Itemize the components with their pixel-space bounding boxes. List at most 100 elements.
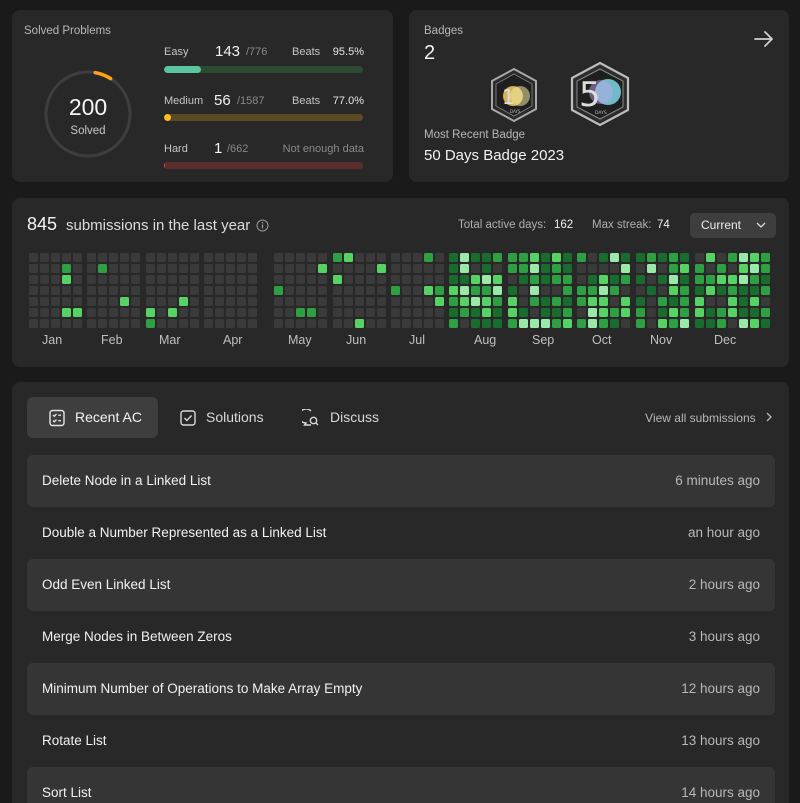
- heatmap-day-cell[interactable]: [621, 286, 630, 295]
- heatmap-day-cell[interactable]: [706, 275, 715, 284]
- heatmap-day-cell[interactable]: [87, 275, 96, 284]
- heatmap-day-cell[interactable]: [563, 253, 572, 262]
- heatmap-day-cell[interactable]: [146, 319, 155, 328]
- heatmap-day-cell[interactable]: [51, 319, 60, 328]
- heatmap-day-cell[interactable]: [508, 319, 517, 328]
- heatmap-day-cell[interactable]: [508, 308, 517, 317]
- heatmap-day-cell[interactable]: [131, 308, 140, 317]
- heatmap-day-cell[interactable]: [552, 308, 561, 317]
- heatmap-day-cell[interactable]: [274, 319, 283, 328]
- heatmap-day-cell[interactable]: [120, 297, 129, 306]
- heatmap-day-cell[interactable]: [599, 275, 608, 284]
- heatmap-day-cell[interactable]: [333, 253, 342, 262]
- list-item[interactable]: Merge Nodes in Between Zeros 3 hours ago: [27, 611, 775, 663]
- list-item[interactable]: Rotate List 13 hours ago: [27, 715, 775, 767]
- heatmap-day-cell[interactable]: [680, 286, 689, 295]
- heatmap-day-cell[interactable]: [750, 264, 759, 273]
- heatmap-day-cell[interactable]: [285, 319, 294, 328]
- heatmap-day-cell[interactable]: [355, 308, 364, 317]
- heatmap-day-cell[interactable]: [391, 264, 400, 273]
- heatmap-day-cell[interactable]: [344, 286, 353, 295]
- heatmap-day-cell[interactable]: [344, 253, 353, 262]
- heatmap-day-cell[interactable]: [610, 308, 619, 317]
- heatmap-day-cell[interactable]: [87, 319, 96, 328]
- heatmap-day-cell[interactable]: [552, 297, 561, 306]
- heatmap-day-cell[interactable]: [215, 275, 224, 284]
- heatmap-day-cell[interactable]: [530, 319, 539, 328]
- heatmap-day-cell[interactable]: [391, 253, 400, 262]
- heatmap-day-cell[interactable]: [636, 297, 645, 306]
- heatmap-day-cell[interactable]: [215, 297, 224, 306]
- heatmap-day-cell[interactable]: [87, 264, 96, 273]
- heatmap-day-cell[interactable]: [424, 308, 433, 317]
- heatmap-day-cell[interactable]: [636, 286, 645, 295]
- heatmap-day-cell[interactable]: [519, 275, 528, 284]
- heatmap-day-cell[interactable]: [530, 308, 539, 317]
- heatmap-day-cell[interactable]: [120, 286, 129, 295]
- heatmap-day-cell[interactable]: [588, 286, 597, 295]
- heatmap-day-cell[interactable]: [706, 264, 715, 273]
- heatmap-day-cell[interactable]: [355, 286, 364, 295]
- heatmap-day-cell[interactable]: [285, 308, 294, 317]
- heatmap-day-cell[interactable]: [460, 308, 469, 317]
- heatmap-day-cell[interactable]: [449, 297, 458, 306]
- heatmap-day-cell[interactable]: [402, 319, 411, 328]
- heatmap-day-cell[interactable]: [577, 264, 586, 273]
- heatmap-day-cell[interactable]: [285, 297, 294, 306]
- heatmap-day-cell[interactable]: [190, 275, 199, 284]
- heatmap-day-cell[interactable]: [179, 286, 188, 295]
- heatmap-day-cell[interactable]: [391, 308, 400, 317]
- heatmap-day-cell[interactable]: [237, 319, 246, 328]
- heatmap-day-cell[interactable]: [413, 319, 422, 328]
- heatmap-day-cell[interactable]: [761, 308, 770, 317]
- heatmap-day-cell[interactable]: [588, 275, 597, 284]
- heatmap-day-cell[interactable]: [563, 319, 572, 328]
- heatmap-day-cell[interactable]: [680, 275, 689, 284]
- heatmap-day-cell[interactable]: [29, 319, 38, 328]
- heatmap-day-cell[interactable]: [610, 275, 619, 284]
- heatmap-day-cell[interactable]: [658, 286, 667, 295]
- heatmap-day-cell[interactable]: [493, 264, 502, 273]
- heatmap-day-cell[interactable]: [588, 319, 597, 328]
- heatmap-day-cell[interactable]: [530, 297, 539, 306]
- heatmap-day-cell[interactable]: [577, 297, 586, 306]
- heatmap-day-cell[interactable]: [739, 264, 748, 273]
- heatmap-day-cell[interactable]: [402, 286, 411, 295]
- heatmap-day-cell[interactable]: [179, 253, 188, 262]
- heatmap-day-cell[interactable]: [204, 286, 213, 295]
- list-item[interactable]: Sort List 14 hours ago: [27, 767, 775, 803]
- heatmap-day-cell[interactable]: [750, 286, 759, 295]
- heatmap-day-cell[interactable]: [344, 297, 353, 306]
- heatmap-day-cell[interactable]: [274, 253, 283, 262]
- heatmap-day-cell[interactable]: [168, 286, 177, 295]
- heatmap-day-cell[interactable]: [274, 286, 283, 295]
- heatmap-day-cell[interactable]: [482, 264, 491, 273]
- heatmap-day-cell[interactable]: [51, 286, 60, 295]
- heatmap-day-cell[interactable]: [460, 319, 469, 328]
- heatmap-day-cell[interactable]: [541, 297, 550, 306]
- heatmap-day-cell[interactable]: [344, 264, 353, 273]
- heatmap-day-cell[interactable]: [599, 297, 608, 306]
- heatmap-day-cell[interactable]: [285, 275, 294, 284]
- heatmap-day-cell[interactable]: [333, 275, 342, 284]
- heatmap-day-cell[interactable]: [435, 253, 444, 262]
- heatmap-day-cell[interactable]: [226, 319, 235, 328]
- heatmap-day-cell[interactable]: [157, 319, 166, 328]
- heatmap-day-cell[interactable]: [739, 253, 748, 262]
- heatmap-day-cell[interactable]: [680, 253, 689, 262]
- heatmap-day-cell[interactable]: [204, 275, 213, 284]
- heatmap-day-cell[interactable]: [669, 319, 678, 328]
- heatmap-day-cell[interactable]: [563, 275, 572, 284]
- heatmap-day-cell[interactable]: [274, 308, 283, 317]
- heatmap-day-cell[interactable]: [131, 264, 140, 273]
- heatmap-day-cell[interactable]: [318, 286, 327, 295]
- heatmap-day-cell[interactable]: [493, 308, 502, 317]
- heatmap-day-cell[interactable]: [248, 286, 257, 295]
- heatmap-day-cell[interactable]: [530, 253, 539, 262]
- heatmap-day-cell[interactable]: [761, 297, 770, 306]
- heatmap-day-cell[interactable]: [761, 319, 770, 328]
- heatmap-day-cell[interactable]: [717, 253, 726, 262]
- heatmap-day-cell[interactable]: [344, 308, 353, 317]
- heatmap-day-cell[interactable]: [98, 275, 107, 284]
- heatmap-day-cell[interactable]: [168, 275, 177, 284]
